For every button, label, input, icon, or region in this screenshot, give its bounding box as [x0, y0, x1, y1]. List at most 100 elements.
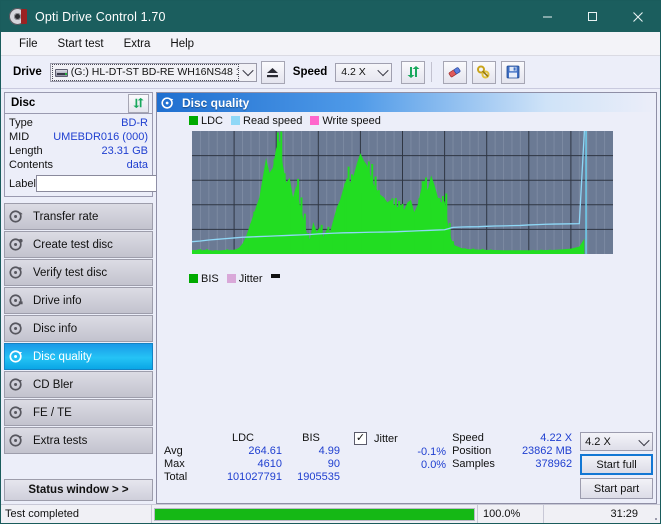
window-controls: [525, 1, 660, 32]
disc-panel-header: Disc: [5, 93, 152, 114]
checkmark-icon: ✓: [355, 432, 366, 444]
stats-max-bis: 90: [327, 458, 340, 470]
start-full-button[interactable]: Start full: [580, 454, 653, 475]
stats-total-ldc: 101027791: [226, 471, 282, 483]
disc-quality-icon: [9, 350, 23, 363]
stats-total-bis: 1905535: [297, 471, 340, 483]
sidebar-nav: Transfer rate Create test disc Verify te…: [4, 203, 153, 455]
legend-label-read-speed: Read speed: [243, 114, 303, 127]
tools-button[interactable]: [472, 60, 497, 84]
jitter-checkbox[interactable]: ✓: [354, 432, 367, 445]
status-window-button[interactable]: Status window > >: [4, 479, 153, 501]
status-message: Test completed: [1, 505, 152, 523]
disc-speed-icon: [9, 210, 23, 223]
chevron-down-icon[interactable]: [240, 64, 256, 81]
stats-header-ldc: LDC: [231, 432, 254, 444]
legend-label-bis: BIS: [201, 272, 219, 285]
speed-select[interactable]: 4.2 X: [335, 62, 393, 82]
chevron-down-icon[interactable]: [375, 64, 391, 81]
menu-bar: File Start test Extra Help: [1, 32, 660, 56]
stats-row-avg-label: Avg: [164, 445, 183, 457]
main-panel: Disc quality LDC Read speed Write speed: [156, 92, 657, 504]
info-samples-label: Samples: [452, 458, 495, 470]
minimize-button[interactable]: [525, 1, 570, 32]
disc-row-contents-key: Contents: [9, 159, 54, 171]
sidebar-item-label: Drive info: [33, 294, 82, 307]
erase-button[interactable]: [443, 60, 468, 84]
drive-select[interactable]: (G:) HL-DT-ST BD-RE WH16NS48 1.D3: [49, 62, 257, 82]
sidebar-item-drive-info[interactable]: Drive info: [4, 287, 153, 314]
disc-label-key: Label: [9, 177, 36, 190]
disc-row-type-key: Type: [9, 117, 33, 129]
app-window: Opti Drive Control 1.70 File Start test …: [0, 0, 661, 524]
legend-swatch-read-speed: [231, 116, 241, 125]
content-area: Disc Type BD-R MID UMEBDR016 (000) Lengt…: [1, 89, 660, 504]
test-speed-value: 4.2 X: [585, 435, 611, 448]
sidebar-item-label: Disc quality: [33, 350, 92, 363]
progress-percent: 100.0%: [478, 505, 544, 523]
menu-start-test[interactable]: Start test: [49, 35, 113, 53]
sidebar-item-cd-bler[interactable]: CD Bler: [4, 371, 153, 398]
resize-grip[interactable]: [644, 505, 660, 523]
main-panel-title: Disc quality: [182, 95, 250, 110]
disc-fete-icon: [9, 406, 23, 419]
disc-row-length: Length 23.31 GB: [9, 144, 148, 158]
title-bar: Opti Drive Control 1.70: [1, 1, 660, 32]
jitter-max-value: 0.0%: [421, 459, 447, 471]
close-button[interactable]: [615, 1, 660, 32]
sidebar-item-label: Extra tests: [33, 434, 88, 447]
sidebar-item-disc-info[interactable]: Disc info: [4, 315, 153, 342]
toolbar-divider: [431, 62, 433, 82]
sidebar-item-disc-quality[interactable]: Disc quality: [4, 343, 153, 370]
disc-refresh-button[interactable]: [128, 93, 149, 113]
disc-quality-icon: [161, 96, 174, 109]
start-part-button[interactable]: Start part: [580, 478, 653, 499]
test-info: Speed 4.22 X Position 23862 MB Samples 3…: [452, 432, 572, 503]
disc-check-icon: [9, 266, 22, 279]
elapsed-time: 31:29: [610, 508, 638, 520]
stats-panel: LDC BIS Avg 264.61 4.99 Max 4610 90 Tota…: [157, 430, 656, 503]
sidebar-item-create-test-disc[interactable]: Create test disc: [4, 231, 153, 258]
legend-swatch-ldc: [189, 116, 198, 125]
ldc-chart: [159, 127, 654, 272]
menu-file[interactable]: File: [10, 35, 47, 53]
sidebar-item-verify-test-disc[interactable]: Verify test disc: [4, 259, 153, 286]
menu-help[interactable]: Help: [161, 35, 203, 53]
stats-avg-bis: 4.99: [318, 445, 340, 457]
jitter-label: Jitter: [374, 432, 398, 445]
legend-label-write-speed: Write speed: [322, 114, 381, 127]
refresh-button[interactable]: [401, 60, 426, 84]
chevron-down-icon[interactable]: [636, 433, 652, 450]
drive-label: Drive: [13, 66, 42, 78]
disc-row-type: Type BD-R: [9, 116, 148, 130]
save-button[interactable]: [501, 60, 526, 84]
info-position-label: Position: [452, 445, 492, 457]
disc-info-icon: [9, 322, 22, 335]
disc-row-contents-value: data: [126, 159, 148, 171]
legend-label-jitter: Jitter: [238, 272, 263, 285]
info-samples-value: 378962: [535, 458, 573, 470]
sidebar-item-fe-te[interactable]: FE / TE: [4, 399, 153, 426]
drive-icon: [54, 67, 68, 78]
legend-label-ldc: LDC: [201, 114, 224, 127]
test-speed-select[interactable]: 4.2 X: [580, 432, 653, 451]
disc-row-contents: Contents data: [9, 158, 148, 172]
window-title: Opti Drive Control 1.70: [35, 9, 166, 24]
legend-swatch-write-speed: [310, 116, 320, 125]
bis-chart-svg: [159, 285, 649, 430]
ldc-chart-legend: LDC Read speed Write speed: [159, 114, 654, 127]
sidebar-item-extra-tests[interactable]: Extra tests: [4, 427, 153, 454]
legend-swatch-jitter: [226, 274, 236, 283]
info-speed-value: 4.22 X: [540, 432, 573, 444]
drive-info-icon: [9, 294, 23, 307]
sidebar-item-transfer-rate[interactable]: Transfer rate: [4, 203, 153, 230]
disc-row-mid-value: UMEBDR016 (000): [53, 131, 148, 143]
maximize-button[interactable]: [570, 1, 615, 32]
sidebar-item-label: Verify test disc: [33, 266, 108, 279]
bis-chart: [159, 285, 654, 430]
speed-label: Speed: [292, 66, 328, 78]
eject-button[interactable]: [260, 60, 285, 84]
main-panel-header: Disc quality: [157, 93, 656, 112]
menu-extra[interactable]: Extra: [115, 35, 160, 53]
